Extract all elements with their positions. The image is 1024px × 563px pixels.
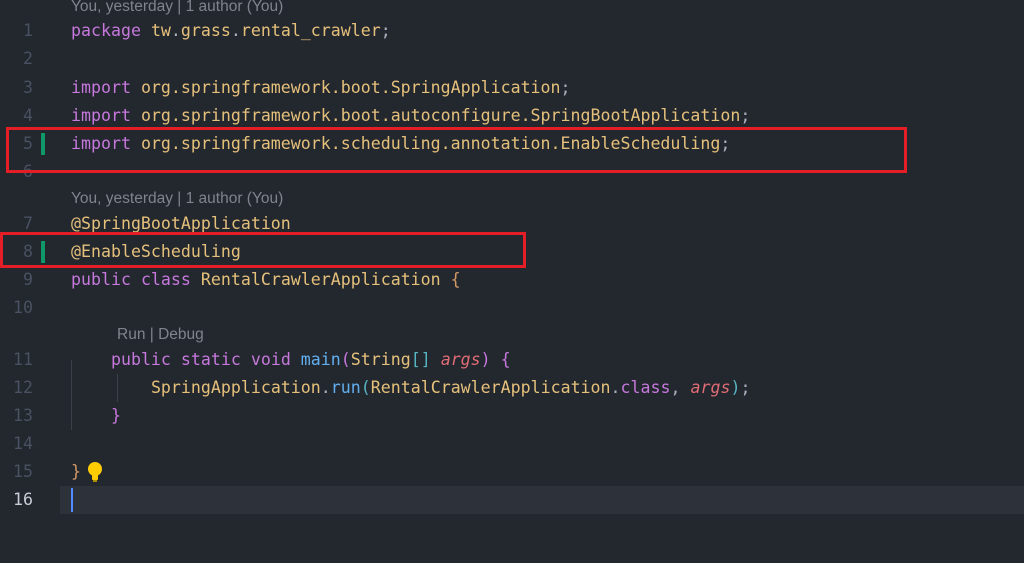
line-number: 9	[23, 270, 33, 289]
code-token: SpringApplication	[150, 378, 321, 397]
code-token: @SpringBootApplication	[71, 214, 291, 233]
code-token: rental_crawler	[240, 21, 381, 40]
code-token: .	[230, 21, 241, 40]
highlight-box-annotation	[0, 232, 526, 268]
line-number: 10	[13, 298, 33, 317]
code-token: main	[300, 350, 341, 369]
code-token: org.springframework.boot.SpringApplicati…	[140, 78, 561, 97]
code-line[interactable]: 16	[0, 486, 1024, 514]
current-line-highlight	[60, 486, 1024, 514]
code-token: ;	[740, 106, 751, 125]
line-number: 2	[23, 49, 33, 68]
code-text: SpringApplication.run(RentalCrawlerAppli…	[71, 374, 751, 402]
code-token: public	[110, 350, 181, 369]
code-token: ;	[380, 21, 391, 40]
code-line[interactable]: 3 import org.springframework.boot.SpringA…	[0, 74, 1024, 102]
code-token: (	[360, 378, 371, 397]
code-token: grass	[180, 21, 231, 40]
code-text: package tw.grass.rental_crawler;	[71, 17, 391, 45]
code-token: args	[440, 350, 481, 369]
line-number: 4	[23, 106, 33, 125]
code-token: org.springframework.boot.autoconfigure.S…	[140, 106, 741, 125]
text-cursor	[71, 488, 73, 512]
code-line[interactable]: 15}	[0, 458, 1024, 486]
line-number: 11	[13, 350, 33, 369]
code-token: public	[71, 270, 141, 289]
code-text: public class RentalCrawlerApplication {	[71, 266, 461, 294]
code-token: }	[110, 406, 121, 425]
code-token: }	[71, 462, 81, 481]
code-token: {	[450, 270, 461, 289]
line-number: 1	[23, 21, 33, 40]
code-token: )	[730, 378, 741, 397]
code-token: .	[170, 21, 181, 40]
highlight-box-import	[6, 127, 907, 173]
code-text: import org.springframework.boot.autoconf…	[71, 102, 750, 130]
code-token: class	[140, 270, 201, 289]
code-line[interactable]: 10	[0, 294, 1024, 322]
line-number: 12	[13, 378, 33, 397]
lightbulb-icon[interactable]	[86, 461, 104, 483]
code-token: RentalCrawlerApplication	[200, 270, 451, 289]
code-text: }	[71, 402, 121, 430]
code-line[interactable]: 4 import org.springframework.boot.autocon…	[0, 102, 1024, 130]
code-token: String	[350, 350, 411, 369]
code-line[interactable]: 14	[0, 430, 1024, 458]
code-token: RentalCrawlerApplication	[370, 378, 611, 397]
code-token: args	[690, 378, 731, 397]
code-line[interactable]: 12 SpringApplication.run(RentalCrawlerAp…	[0, 374, 1024, 402]
code-token: ;	[560, 78, 571, 97]
code-token: import	[71, 78, 141, 97]
code-token: tw	[150, 21, 171, 40]
code-text: public static void main(String[] args) {	[71, 346, 511, 374]
code-token: (	[340, 350, 351, 369]
code-token: package	[71, 21, 151, 40]
line-number: 13	[13, 406, 33, 425]
codelens[interactable]: Run | Debug	[117, 321, 204, 349]
code-text: }	[71, 458, 81, 486]
code-line[interactable]: 2	[0, 45, 1024, 73]
code-token: .	[320, 378, 331, 397]
code-token: []	[410, 350, 431, 369]
code-line[interactable]: 1 package tw.grass.rental_crawler;	[0, 17, 1024, 45]
code-line[interactable]: 13 }	[0, 402, 1024, 430]
line-number: 14	[13, 434, 33, 453]
code-token: run	[330, 378, 361, 397]
code-token: ,	[670, 378, 691, 397]
line-number: 16	[13, 490, 33, 509]
codelens[interactable]: You, yesterday | 1 author (You)	[71, 185, 283, 213]
code-token: ;	[740, 378, 751, 397]
code-token: )	[480, 350, 491, 369]
code-token: void	[250, 350, 301, 369]
code-token: static	[180, 350, 251, 369]
code-line[interactable]: 9 public class RentalCrawlerApplication {	[0, 266, 1024, 294]
code-token: class	[620, 378, 671, 397]
code-token: .	[610, 378, 621, 397]
indent-guide	[71, 360, 72, 430]
code-line[interactable]: 11 public static void main(String[] args…	[0, 346, 1024, 374]
line-number: 15	[13, 462, 33, 481]
code-token: import	[71, 106, 141, 125]
line-number: 3	[23, 78, 33, 97]
code-token: {	[500, 350, 511, 369]
code-text: import org.springframework.boot.SpringAp…	[71, 74, 571, 102]
indent-guide	[117, 374, 118, 402]
